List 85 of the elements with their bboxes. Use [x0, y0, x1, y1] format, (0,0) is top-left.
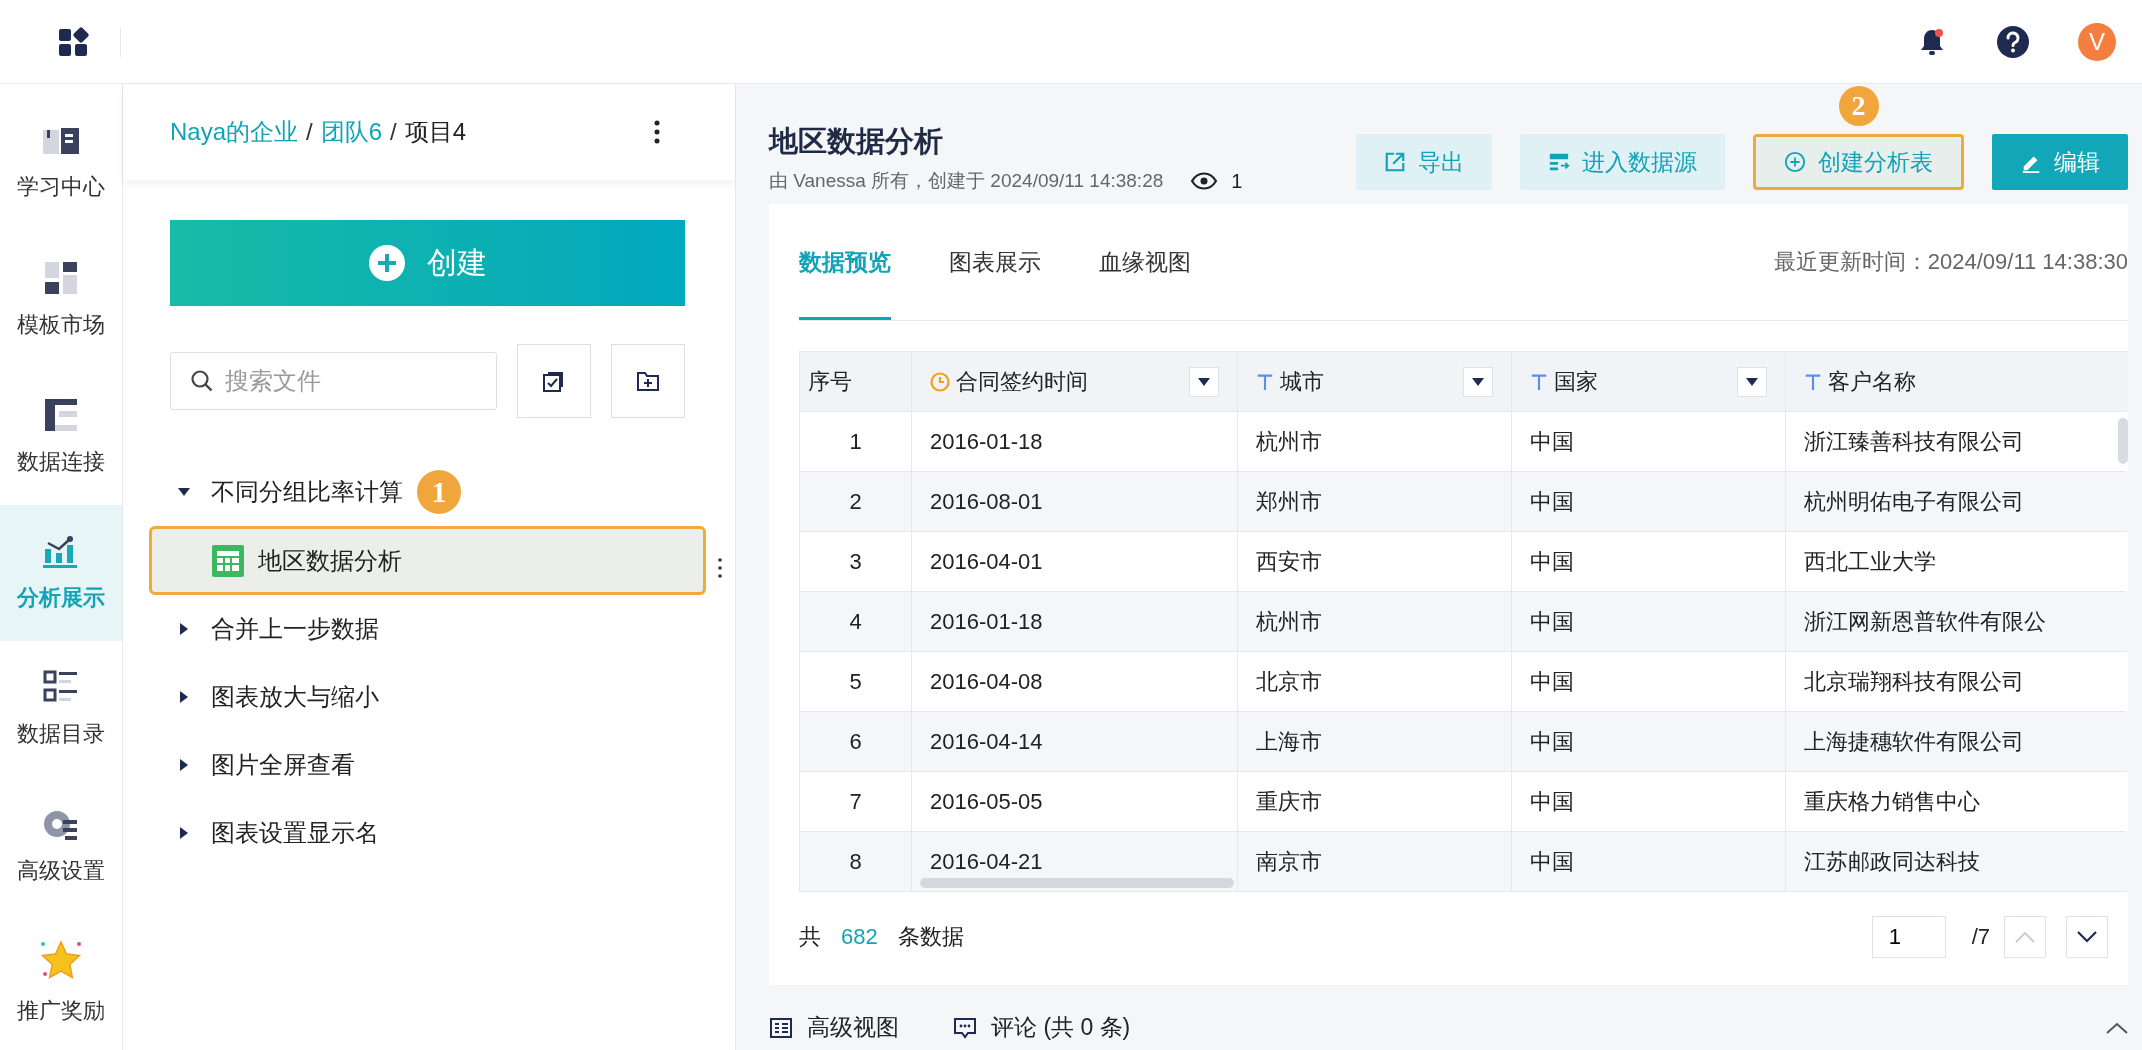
folder-name[interactable]: 不同分组比率计算	[211, 476, 403, 508]
eye-icon	[1191, 172, 1218, 190]
table-cell: 8	[800, 832, 912, 892]
breadcrumb-separator: /	[306, 118, 313, 146]
table-cell: 浙江网新恩普软件有限公	[1786, 592, 2126, 652]
folder-name[interactable]: 图片全屏查看	[211, 749, 355, 781]
comment-icon	[953, 1015, 977, 1040]
chevron-down-icon	[2077, 931, 2097, 943]
plus-icon	[368, 245, 405, 281]
next-page-button[interactable]	[2066, 916, 2108, 958]
folder-plus-icon	[636, 369, 660, 393]
file-item[interactable]: 地区数据分析	[149, 526, 706, 595]
table-cell: 江苏邮政同达科技	[1786, 832, 2126, 892]
dropdown-button[interactable]	[1737, 366, 1767, 397]
vertical-scrollbar[interactable]	[2118, 418, 2128, 464]
column-header[interactable]: 客户名称	[1786, 352, 2126, 412]
total-label: 条数据	[897, 923, 964, 951]
table-cell: 杭州市	[1238, 592, 1512, 652]
total-count: 682	[841, 924, 878, 950]
table-cell: 上海捷穗软件有限公司	[1786, 712, 2126, 772]
nav-item[interactable]: 推广奖励	[0, 913, 122, 1050]
table-cell: 2016-04-14	[912, 712, 1238, 772]
app-logo-icon[interactable]	[58, 25, 90, 58]
table-cell: 6	[800, 712, 912, 772]
data-source-icon	[1548, 151, 1570, 173]
table-cell: 4	[800, 592, 912, 652]
table-cell: 中国	[1512, 712, 1786, 772]
table-cell: 上海市	[1238, 712, 1512, 772]
tab[interactable]: 血缘视图	[1099, 204, 1191, 320]
column-header[interactable]: 国家	[1512, 352, 1786, 412]
help-icon[interactable]	[1996, 24, 2030, 59]
caret-icon	[1472, 377, 1484, 386]
search-field[interactable]: 搜索文件	[170, 352, 497, 410]
step-badge: 2	[1838, 86, 1879, 126]
breadcrumb-separator: /	[390, 118, 397, 146]
checkbox-icon	[542, 369, 566, 393]
nav-item[interactable]: 数据连接	[0, 368, 122, 505]
dropdown-button[interactable]	[1463, 366, 1493, 397]
nav-item[interactable]: 数据目录	[0, 641, 122, 778]
collapse-caret-icon[interactable]	[2106, 1021, 2128, 1034]
page-input[interactable]: 1	[1871, 916, 1946, 958]
folder-name[interactable]: 合并上一步数据	[211, 613, 379, 645]
nav-item[interactable]: 模板市场	[0, 232, 122, 369]
export-icon	[1384, 151, 1406, 173]
table-cell: 中国	[1512, 592, 1786, 652]
table-cell: 2016-08-01	[912, 472, 1238, 532]
table-cell: 郑州市	[1238, 472, 1512, 532]
total-label: 共	[799, 923, 821, 951]
table-cell: 中国	[1512, 832, 1786, 892]
panel-tab[interactable]: 评论 (共 0 条)	[953, 1012, 1131, 1043]
column-header[interactable]: 序号	[800, 352, 912, 412]
folder-name[interactable]: 图表放大与缩小	[211, 681, 379, 713]
caret-icon	[1746, 377, 1758, 386]
caret-icon	[1198, 377, 1210, 386]
table-cell: 杭州明佑电子有限公司	[1786, 472, 2126, 532]
view-count: 1	[1231, 169, 1243, 193]
plus-circle-icon	[1784, 151, 1806, 173]
table-icon	[212, 544, 244, 577]
nav-item[interactable]: 学习中心	[0, 96, 122, 233]
report-title: 地区数据分析	[769, 124, 944, 159]
nav-item[interactable]: 高级设置	[0, 777, 122, 914]
column-header[interactable]: 合同签约时间	[912, 352, 1238, 412]
folder-name[interactable]: 图表设置显示名	[211, 817, 379, 849]
table-cell: 2016-01-18	[912, 592, 1238, 652]
dropdown-button[interactable]	[1189, 366, 1219, 397]
table-cell: 中国	[1512, 472, 1786, 532]
table-cell: 南京市	[1238, 832, 1512, 892]
new-folder-button[interactable]	[611, 344, 685, 418]
step-badge: 1	[417, 470, 461, 514]
column-header[interactable]: 城市	[1238, 352, 1512, 412]
view-icon	[769, 1015, 793, 1040]
page-total: /7	[1971, 924, 1990, 950]
horizontal-scrollbar[interactable]	[920, 878, 1234, 888]
report-meta: 由 Vanessa 所有，创建于 2024/09/11 14:38:28	[769, 169, 1164, 193]
clock-icon	[930, 371, 950, 392]
batch-select-button[interactable]	[517, 344, 591, 418]
breadcrumb-current: 项目4	[404, 117, 467, 147]
tab[interactable]: 图表展示	[949, 204, 1041, 320]
search-icon	[190, 369, 214, 393]
last-updated: 最近更新时间：2024/09/11 14:38:30	[1773, 248, 2128, 276]
table-cell: 2	[800, 472, 912, 532]
more-icon[interactable]	[654, 120, 660, 144]
more-icon[interactable]	[718, 557, 722, 578]
chevron-up-icon	[2015, 931, 2035, 943]
panel-tab[interactable]: 高级视图	[769, 1012, 899, 1043]
